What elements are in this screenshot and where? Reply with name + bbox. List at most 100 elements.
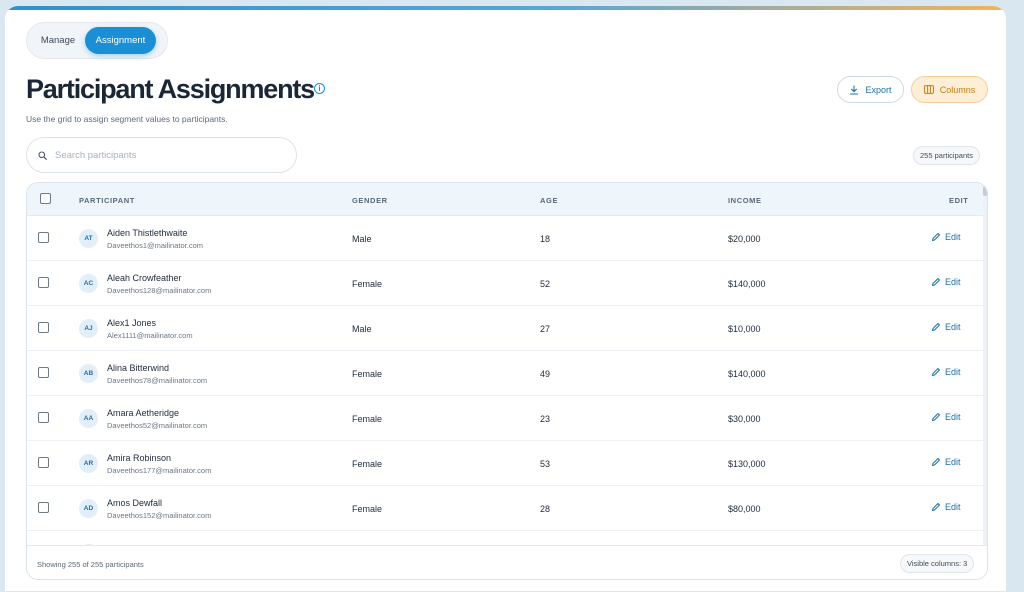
pencil-icon: [932, 413, 940, 421]
participant-email: Daveethos177@mailinator.com: [107, 466, 212, 475]
gender-cell: Female: [352, 414, 383, 424]
search-icon: [38, 150, 47, 160]
columns-button[interactable]: Columns: [911, 76, 988, 103]
avatar: AR: [79, 454, 98, 473]
income-cell: $30,000: [728, 414, 761, 424]
gender-cell: Male: [352, 234, 372, 244]
income-cell: $10,000: [728, 324, 761, 334]
participant-name: Alina Bitterwind: [107, 363, 170, 373]
participant-name: Alex1 Jones: [107, 318, 157, 328]
row-checkbox[interactable]: [38, 502, 49, 513]
participant-email: Alex1111@mailinator.com: [107, 331, 193, 340]
participant-name: Aiden Thistlethwaite: [107, 228, 188, 238]
top-accent-bar: [5, 6, 1006, 10]
search-box: [26, 137, 297, 173]
tab-assignment[interactable]: Assignment: [85, 27, 156, 54]
export-label: Export: [865, 84, 892, 95]
age-cell: 18: [540, 234, 551, 244]
page-title: Participant Assignments: [26, 74, 315, 104]
row-checkbox[interactable]: [38, 412, 49, 423]
pencil-icon: [932, 368, 940, 376]
header-age[interactable]: AGE: [540, 196, 558, 205]
avatar: AC: [79, 274, 98, 293]
page-subtitle: Use the grid to assign segment values to…: [26, 114, 228, 124]
header-income[interactable]: INCOME: [728, 196, 762, 205]
row-checkbox[interactable]: [38, 232, 49, 243]
edit-button[interactable]: Edit: [931, 277, 961, 287]
edit-button[interactable]: Edit: [931, 232, 961, 242]
search-input[interactable]: [55, 149, 275, 161]
gender-cell: Male: [352, 324, 372, 334]
table-row: AJ Alex1 Jones Alex1111@mailinator.com M…: [27, 306, 987, 351]
participant-email: Daveethos152@mailinator.com: [107, 511, 212, 520]
edit-button[interactable]: Edit: [931, 322, 961, 332]
table-row: AA Amara Aetheridge Daveethos52@mailinat…: [27, 396, 987, 441]
age-cell: 49: [540, 369, 551, 379]
table-row: AT Aiden Thistlethwaite Daveethos1@maili…: [27, 216, 987, 261]
visible-columns-badge: Visible columns: 3: [900, 554, 975, 573]
grid-footer: Showing 255 of 255 participants Visible …: [27, 545, 987, 579]
tab-manage[interactable]: Manage: [31, 27, 85, 54]
edit-button[interactable]: Edit: [931, 367, 961, 377]
scrollbar-thumb[interactable]: [983, 186, 987, 196]
participant-email: Daveethos52@mailinator.com: [107, 421, 208, 430]
info-icon[interactable]: i: [314, 83, 325, 94]
edit-button[interactable]: Edit: [931, 457, 961, 467]
showing-count: Showing 255 of 255 participants: [37, 560, 144, 569]
export-button[interactable]: Export: [837, 76, 904, 103]
row-checkbox[interactable]: [38, 277, 49, 288]
age-cell: 27: [540, 324, 551, 334]
age-cell: 53: [540, 459, 551, 469]
income-cell: $80,000: [728, 504, 761, 514]
assignment-grid: PARTICIPANT GENDER AGE INCOME EDIT AT Ai…: [26, 182, 988, 580]
income-cell: $140,000: [728, 279, 766, 289]
participant-email: Daveethos128@mailinator.com: [107, 286, 212, 295]
header-gender[interactable]: GENDER: [352, 196, 388, 205]
pencil-icon: [932, 323, 940, 331]
header-edit: EDIT: [949, 196, 969, 205]
main-card: Manage Assignment Participant Assignment…: [4, 5, 1007, 592]
edit-button[interactable]: Edit: [931, 412, 961, 422]
row-checkbox[interactable]: [38, 322, 49, 333]
edit-button[interactable]: Edit: [931, 502, 961, 512]
participant-name: Amara Aetheridge: [107, 408, 180, 418]
participant-name: Amira Robinson: [107, 453, 172, 463]
participant-email: Daveethos78@mailinator.com: [107, 376, 208, 385]
gender-cell: Female: [352, 369, 383, 379]
view-toggle: Manage Assignment: [26, 22, 168, 59]
age-cell: 52: [540, 279, 551, 289]
participant-count-badge: 255 participants: [913, 146, 980, 165]
income-cell: $130,000: [728, 459, 766, 469]
grid-scrollbar[interactable]: [983, 186, 987, 546]
avatar: AD: [79, 499, 98, 518]
table-row: AD Amos Dewfall Daveethos152@mailinator.…: [27, 486, 987, 531]
download-icon: [850, 84, 859, 95]
edit-label: Edit: [945, 232, 961, 242]
table-row: AR Amira Robinson Daveethos177@mailinato…: [27, 441, 987, 486]
grid-header: PARTICIPANT GENDER AGE INCOME EDIT: [27, 183, 987, 216]
columns-icon: [923, 85, 934, 94]
edit-label: Edit: [945, 367, 961, 377]
edit-label: Edit: [945, 457, 961, 467]
edit-label: Edit: [945, 412, 961, 422]
edit-label: Edit: [945, 502, 961, 512]
select-all-checkbox[interactable]: [40, 193, 51, 204]
table-row: AC Aleah Crowfeather Daveethos128@mailin…: [27, 261, 987, 306]
participant-name: Amos Dewfall: [107, 498, 163, 508]
participant-name: Aleah Crowfeather: [107, 273, 182, 283]
gender-cell: Female: [352, 459, 383, 469]
edit-label: Edit: [945, 322, 961, 332]
avatar: AA: [79, 409, 98, 428]
avatar: AJ: [79, 319, 98, 338]
age-cell: 28: [540, 504, 551, 514]
pencil-icon: [932, 458, 940, 466]
participant-email: Daveethos1@mailinator.com: [107, 241, 203, 250]
pencil-icon: [932, 233, 940, 241]
avatar: AB: [79, 364, 98, 383]
row-checkbox[interactable]: [38, 457, 49, 468]
avatar: AT: [79, 229, 98, 248]
row-checkbox[interactable]: [38, 367, 49, 378]
header-participant[interactable]: PARTICIPANT: [79, 196, 135, 205]
columns-label: Columns: [939, 84, 976, 95]
income-cell: $20,000: [728, 234, 761, 244]
